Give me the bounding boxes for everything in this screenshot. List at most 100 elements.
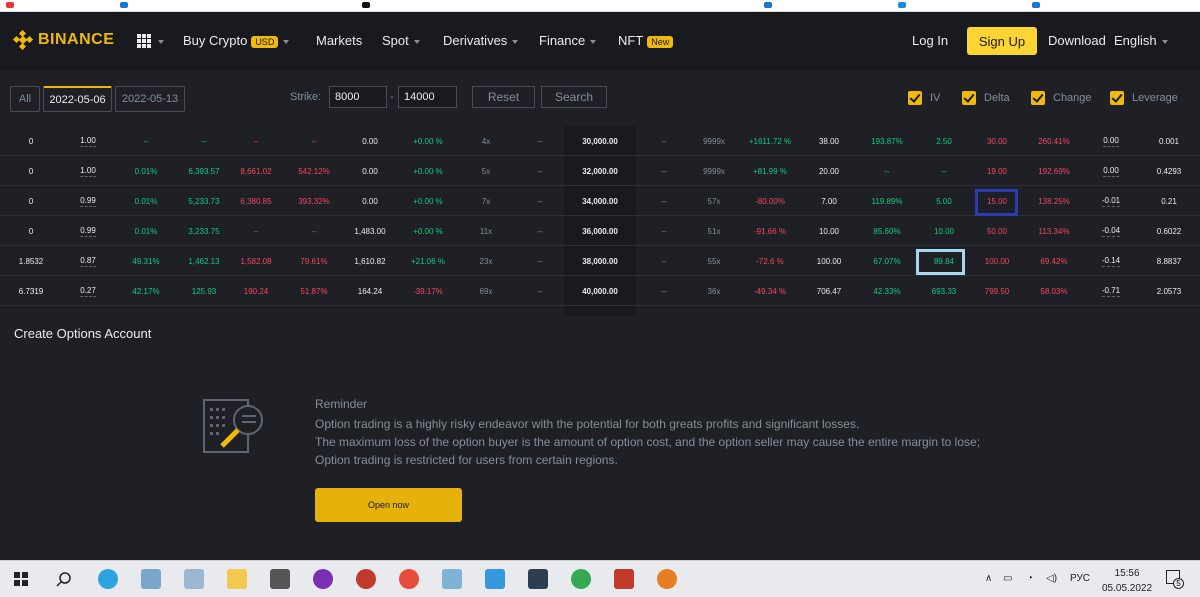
table-cell[interactable]: 0.00 <box>362 186 378 216</box>
table-cell[interactable]: 69.42% <box>1040 246 1067 276</box>
table-cell[interactable]: 9999x <box>703 156 725 186</box>
table-cell[interactable]: -- <box>311 216 316 246</box>
table-cell[interactable]: 100.00 <box>817 246 841 276</box>
table-cell[interactable]: 69x <box>480 276 493 306</box>
table-cell[interactable]: +1611.72 % <box>749 126 791 156</box>
clock[interactable]: 15:56 05.05.2022 <box>1102 566 1152 596</box>
table-row[interactable]: 6.7319 0.27 42.17% 125.93 190.24 51.87% 164.24… <box>0 276 1200 306</box>
table-cell[interactable]: 0.00 <box>1103 126 1119 156</box>
table-cell[interactable]: 8.8837 <box>1157 246 1181 276</box>
table-cell[interactable]: 1.00 <box>80 156 96 186</box>
table-cell[interactable]: 1,582.08 <box>240 246 271 276</box>
screenshot-tool-icon[interactable] <box>184 569 204 589</box>
table-cell[interactable]: 10.00 <box>934 216 954 246</box>
network-icon[interactable]: ◔ <box>1027 573 1033 584</box>
table-cell[interactable]: 85.60% <box>873 216 900 246</box>
table-cell[interactable]: 0.00 <box>362 156 378 186</box>
table-cell[interactable]: -49.34 % <box>754 276 786 306</box>
table-cell[interactable]: 11x <box>480 216 492 246</box>
delta-checkbox[interactable]: Delta <box>962 91 1010 105</box>
table-cell[interactable]: 0.87 <box>80 246 96 276</box>
table-cell[interactable]: -- <box>661 126 666 156</box>
firefox-icon[interactable] <box>657 569 677 589</box>
table-cell[interactable]: -- <box>941 156 946 186</box>
nav-nft[interactable]: NFT New <box>618 33 674 48</box>
calculator-icon[interactable] <box>270 569 290 589</box>
notes-app-icon[interactable] <box>141 569 161 589</box>
table-cell[interactable]: +0.00 % <box>413 216 443 246</box>
table-cell[interactable]: 693.33 <box>932 276 956 306</box>
date-tab-2[interactable]: 2022-05-13 <box>115 86 185 112</box>
apps-grid-icon[interactable] <box>137 34 151 48</box>
table-cell[interactable]: -- <box>537 126 542 156</box>
table-cell[interactable]: 19.00 <box>987 156 1007 186</box>
table-cell[interactable]: -- <box>201 126 206 156</box>
nav-buy-crypto[interactable]: Buy Crypto USD <box>183 33 290 48</box>
table-cell[interactable]: 36x <box>708 276 721 306</box>
table-cell[interactable]: 51.87% <box>300 276 327 306</box>
table-cell[interactable]: 138.25% <box>1038 186 1070 216</box>
table-cell[interactable]: +21.06 % <box>411 246 445 276</box>
app-icon[interactable] <box>442 569 462 589</box>
table-cell[interactable]: 49.31% <box>132 246 159 276</box>
table-cell[interactable]: -- <box>537 216 542 246</box>
table-cell[interactable]: -- <box>311 126 316 156</box>
filter-all-button[interactable]: All <box>10 86 40 112</box>
table-cell[interactable]: +0.00 % <box>413 126 443 156</box>
table-cell[interactable]: 0 <box>29 216 33 246</box>
table-cell[interactable]: 1.00 <box>80 126 96 156</box>
table-cell[interactable]: -0.01 <box>1101 186 1121 216</box>
table-cell[interactable]: 0.4293 <box>1157 156 1181 186</box>
table-row[interactable]: 0 0.99 0.01% 3,233.75 -- -- 1,483.00 +0.00 % 11x… <box>0 216 1200 246</box>
bookmark-icon[interactable] <box>6 2 14 8</box>
reset-button[interactable]: Reset <box>472 86 535 108</box>
windows-start-icon[interactable] <box>14 572 28 586</box>
notification-icon[interactable]: 5 <box>1166 570 1184 589</box>
table-cell[interactable]: 20.00 <box>819 156 839 186</box>
table-cell[interactable]: -- <box>661 156 666 186</box>
table-cell[interactable]: 9999x <box>703 126 725 156</box>
table-cell[interactable]: -- <box>661 186 666 216</box>
bookmark-icon[interactable] <box>362 2 370 8</box>
table-cell[interactable]: 393.32% <box>298 186 330 216</box>
table-cell[interactable]: 1,483.00 <box>354 216 385 246</box>
table-row[interactable]: 1.8532 0.87 49.31% 1,462.13 1,582.08 79.61% 1,… <box>0 246 1200 276</box>
table-cell[interactable]: 3,233.75 <box>188 216 219 246</box>
table-cell[interactable]: 30.00 <box>987 126 1007 156</box>
table-cell[interactable]: 4x <box>482 126 490 156</box>
table-cell[interactable]: 5.00 <box>936 186 952 216</box>
table-cell[interactable]: 0.01% <box>135 216 158 246</box>
table-cell[interactable]: 51x <box>708 216 721 246</box>
table-cell[interactable]: -- <box>537 156 542 186</box>
table-cell[interactable]: 0.00 <box>1103 156 1119 186</box>
table-cell[interactable]: 0.01% <box>135 186 158 216</box>
table-cell[interactable]: -0.14 <box>1101 246 1121 276</box>
table-cell[interactable]: 42.33% <box>873 276 900 306</box>
table-cell[interactable]: 5,233.73 <box>188 186 219 216</box>
table-cell[interactable]: 164.24 <box>358 276 382 306</box>
table-cell[interactable]: 2.50 <box>936 126 952 156</box>
table-cell[interactable]: 67.07% <box>873 246 900 276</box>
table-cell[interactable]: 0.99 <box>80 186 96 216</box>
search-button[interactable]: Search <box>541 86 607 108</box>
app-icon[interactable] <box>356 569 376 589</box>
table-cell[interactable]: 0.01% <box>135 156 158 186</box>
table-cell[interactable]: 190.24 <box>244 276 268 306</box>
table-cell[interactable]: -- <box>661 246 666 276</box>
table-cell[interactable]: 0.6022 <box>1157 216 1181 246</box>
table-cell[interactable]: -80.00% <box>755 186 785 216</box>
bookmark-icon[interactable] <box>764 2 772 8</box>
iv-checkbox[interactable]: IV <box>908 91 940 105</box>
table-cell[interactable]: 1,462.13 <box>188 246 219 276</box>
table-cell[interactable]: 706.47 <box>817 276 841 306</box>
table-cell[interactable]: 50.00 <box>987 216 1007 246</box>
table-cell[interactable]: 6.7319 <box>19 276 43 306</box>
app-icon[interactable] <box>614 569 634 589</box>
table-cell[interactable]: 192.69% <box>1038 156 1070 186</box>
table-cell[interactable]: 7x <box>482 186 490 216</box>
table-cell[interactable]: 0.21 <box>1161 186 1177 216</box>
network-app-icon[interactable] <box>528 569 548 589</box>
nav-markets[interactable]: Markets <box>316 33 362 48</box>
table-cell[interactable]: 2.0573 <box>1157 276 1181 306</box>
table-cell[interactable]: 100.00 <box>985 246 1009 276</box>
